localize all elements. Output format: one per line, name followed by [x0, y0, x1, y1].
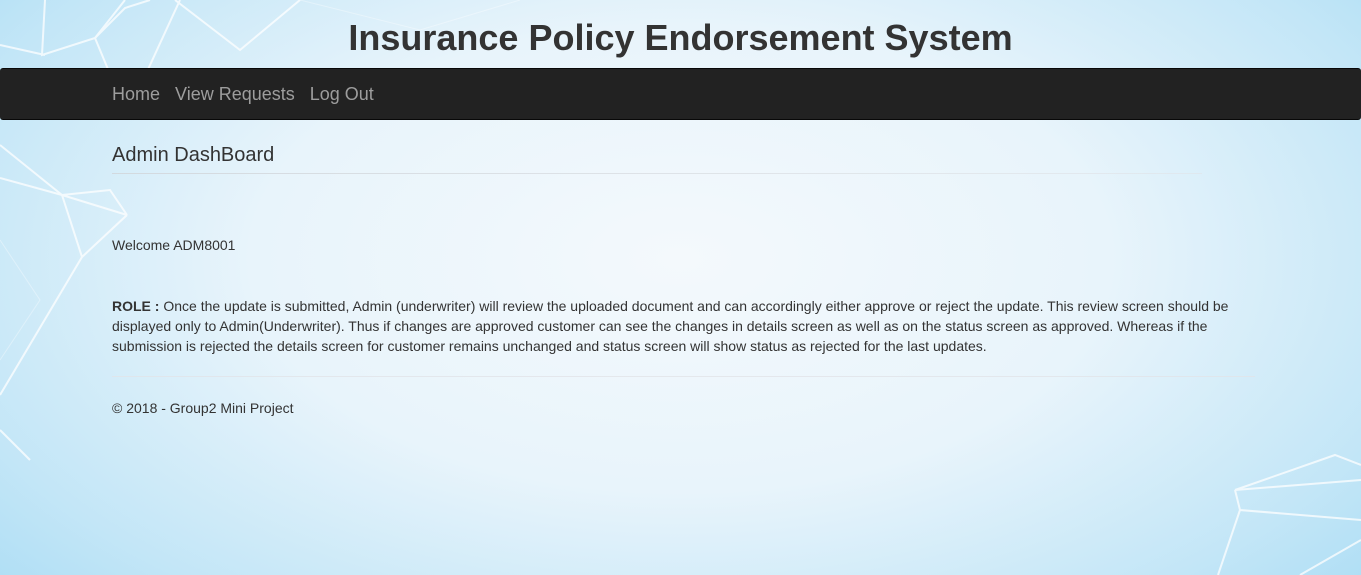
footer-divider — [112, 376, 1255, 377]
nav-link-home[interactable]: Home — [112, 84, 160, 104]
footer-copyright: © 2018 - Group2 Mini Project — [112, 400, 294, 416]
heading-divider — [112, 173, 1202, 174]
role-description: ROLE : Once the update is submitted, Adm… — [112, 296, 1247, 356]
main-content: Admin DashBoard Welcome ADM8001 ROLE : O… — [112, 120, 1255, 417]
nav-menu: Home View Requests Log Out — [112, 69, 389, 119]
page-heading: Admin DashBoard — [112, 144, 275, 166]
navbar: Home View Requests Log Out — [0, 68, 1361, 120]
role-text: Once the update is submitted, Admin (und… — [112, 298, 1229, 354]
role-label: ROLE : — [112, 298, 160, 314]
nav-link-view-requests[interactable]: View Requests — [175, 84, 295, 104]
welcome-message: Welcome ADM8001 — [112, 237, 236, 253]
nav-link-log-out[interactable]: Log Out — [310, 84, 374, 104]
site-title: Insurance Policy Endorsement System — [348, 17, 1013, 58]
